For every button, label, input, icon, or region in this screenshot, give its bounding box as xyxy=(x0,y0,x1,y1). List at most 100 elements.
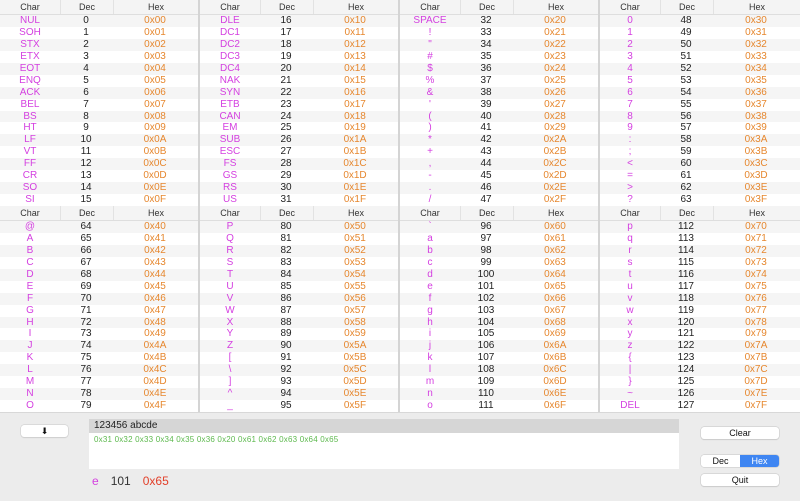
table-row[interactable]: % 37 0x25 xyxy=(400,74,598,87)
text-input[interactable]: 123456 abcde xyxy=(89,419,679,433)
table-row[interactable]: R 82 0x52 xyxy=(200,244,398,257)
table-row[interactable]: DC3 19 0x13 xyxy=(200,50,398,63)
column-header-dec[interactable]: Dec xyxy=(461,206,514,220)
table-row[interactable]: | 124 0x7C xyxy=(600,364,800,377)
table-row[interactable]: ~126 0x7E xyxy=(600,388,800,401)
table-row[interactable]: NAK 21 0x15 xyxy=(200,74,398,87)
table-row[interactable]: t 116 0x74 xyxy=(600,268,800,281)
table-row[interactable]: CR 13 0x0D xyxy=(0,170,198,183)
table-row[interactable]: : 58 0x3A xyxy=(600,134,800,147)
table-row[interactable]: Z 90 0x5A xyxy=(200,340,398,353)
table-row[interactable]: O 79 0x4F xyxy=(0,400,198,412)
table-row[interactable]: b 98 0x62 xyxy=(400,244,598,257)
column-header-hex[interactable]: Hex xyxy=(314,0,398,14)
table-row[interactable]: SYN 22 0x16 xyxy=(200,86,398,99)
table-row[interactable]: 3 51 0x33 xyxy=(600,50,800,63)
table-row[interactable]: EOT 4 0x04 xyxy=(0,62,198,75)
table-row[interactable]: p 112 0x70 xyxy=(600,221,800,233)
table-row[interactable]: DC4 20 0x14 xyxy=(200,62,398,75)
table-row[interactable]: SOH 1 0x01 xyxy=(0,26,198,39)
table-row[interactable]: D 68 0x44 xyxy=(0,268,198,281)
table-row[interactable]: l 108 0x6C xyxy=(400,364,598,377)
table-row[interactable]: U 85 0x55 xyxy=(200,280,398,293)
table-row[interactable]: F 70 0x46 xyxy=(0,292,198,305)
table-row[interactable]: x 120 0x78 xyxy=(600,316,800,329)
table-row[interactable]: ! 33 0x21 xyxy=(400,26,598,39)
table-row[interactable]: q 113 0x71 xyxy=(600,232,800,245)
table-row[interactable]: m 109 0x6D xyxy=(400,376,598,389)
table-row[interactable]: K 75 0x4B xyxy=(0,352,198,365)
table-row[interactable]: VT 11 0x0B xyxy=(0,146,198,159)
table-row[interactable]: L 76 0x4C xyxy=(0,364,198,377)
table-row[interactable]: SPACE 32 0x20 xyxy=(400,15,598,27)
table-row[interactable]: #35 0x23 xyxy=(400,50,598,63)
insert-button[interactable]: ⬇ xyxy=(21,425,68,437)
table-row[interactable]: . 46 0x2E xyxy=(400,182,598,195)
table-row[interactable]: W 87 0x57 xyxy=(200,304,398,317)
column-header-dec[interactable]: Dec xyxy=(261,206,314,220)
table-row[interactable]: EM 25 0x19 xyxy=(200,122,398,135)
table-row[interactable]: SI 15 0x0F xyxy=(0,194,198,206)
table-row[interactable]: 8 56 0x38 xyxy=(600,110,800,123)
table-row[interactable]: A 65 0x41 xyxy=(0,232,198,245)
table-row[interactable]: a 97 0x61 xyxy=(400,232,598,245)
table-row[interactable]: ' 39 0x27 xyxy=(400,98,598,111)
table-row[interactable]: HT 9 0x09 xyxy=(0,122,198,135)
table-row[interactable]: B 66 0x42 xyxy=(0,244,198,257)
table-row[interactable]: {123 0x7B xyxy=(600,352,800,365)
table-row[interactable]: H 72 0x48 xyxy=(0,316,198,329)
table-row[interactable]: 6 54 0x36 xyxy=(600,86,800,99)
table-row[interactable]: I 73 0x49 xyxy=(0,328,198,341)
table-row[interactable]: G 71 0x47 xyxy=(0,304,198,317)
table-row[interactable]: / 47 0x2F xyxy=(400,194,598,206)
mode-segmented-control[interactable]: Dec Hex xyxy=(701,455,779,467)
column-header-dec[interactable]: Dec xyxy=(461,0,514,14)
column-header-dec[interactable]: Dec xyxy=(261,0,314,14)
column-header-dec[interactable]: Dec xyxy=(61,0,114,14)
table-row[interactable]: w 119 0x77 xyxy=(600,304,800,317)
table-row[interactable]: ) 41 0x29 xyxy=(400,122,598,135)
table-row[interactable]: DLE 16 0x10 xyxy=(200,15,398,27)
table-row[interactable]: P 80 0x50 xyxy=(200,221,398,233)
column-header-char[interactable]: Char xyxy=(200,0,261,14)
column-header-hex[interactable]: Hex xyxy=(514,206,598,220)
table-row[interactable]: _ 95 0x5F xyxy=(200,400,398,412)
table-row[interactable]: " 34 0x22 xyxy=(400,38,598,51)
table-row[interactable]: (40 0x28 xyxy=(400,110,598,123)
table-row[interactable]: 2 50 0x32 xyxy=(600,38,800,51)
table-row[interactable]: 4 52 0x34 xyxy=(600,62,800,75)
table-row[interactable]: \ 92 0x5C xyxy=(200,364,398,377)
table-row[interactable]: GS 29 0x1D xyxy=(200,170,398,183)
table-row[interactable]: BS 8 0x08 xyxy=(0,110,198,123)
column-header-hex[interactable]: Hex xyxy=(314,206,398,220)
column-header-char[interactable]: Char xyxy=(0,0,61,14)
table-row[interactable]: LF 10 0x0A xyxy=(0,134,198,147)
table-row[interactable]: RS 30 0x1E xyxy=(200,182,398,195)
column-header-dec[interactable]: Dec xyxy=(661,0,714,14)
table-row[interactable]: & 38 0x26 xyxy=(400,86,598,99)
table-row[interactable]: 1 49 0x31 xyxy=(600,26,800,39)
table-row[interactable]: = 61 0x3D xyxy=(600,170,800,183)
column-header-char[interactable]: Char xyxy=(400,206,461,220)
table-row[interactable]: T 84 0x54 xyxy=(200,268,398,281)
column-header-char[interactable]: Char xyxy=(600,206,661,220)
table-row[interactable]: US 31 0x1F xyxy=(200,194,398,206)
table-row[interactable]: ? 63 0x3F xyxy=(600,194,800,206)
table-row[interactable]: J 74 0x4A xyxy=(0,340,198,353)
column-header-hex[interactable]: Hex xyxy=(714,206,800,220)
table-row[interactable]: S 83 0x53 xyxy=(200,256,398,269)
table-row[interactable]: o 111 0x6F xyxy=(400,400,598,412)
table-row[interactable]: * 42 0x2A xyxy=(400,134,598,147)
table-row[interactable]: ] 93 0x5D xyxy=(200,376,398,389)
column-header-char[interactable]: Char xyxy=(400,0,461,14)
table-row[interactable]: >62 0x3E xyxy=(600,182,800,195)
table-row[interactable]: u 117 0x75 xyxy=(600,280,800,293)
table-row[interactable]: e 101 0x65 xyxy=(400,280,598,293)
table-row[interactable]: DC2 18 0x12 xyxy=(200,38,398,51)
table-row[interactable]: +43 0x2B xyxy=(400,146,598,159)
table-row[interactable]: z 122 0x7A xyxy=(600,340,800,353)
table-row[interactable]: @64 0x40 xyxy=(0,221,198,233)
table-row[interactable]: C 67 0x43 xyxy=(0,256,198,269)
table-row[interactable]: FF 12 0x0C xyxy=(0,158,198,171)
table-row[interactable]: 7 55 0x37 xyxy=(600,98,800,111)
